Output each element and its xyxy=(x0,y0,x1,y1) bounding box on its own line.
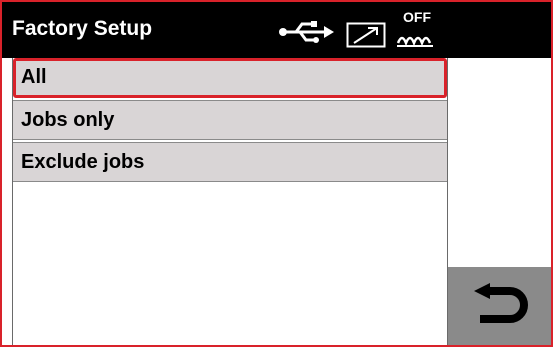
menu-item-label: All xyxy=(21,66,47,88)
menu-item-all[interactable]: All xyxy=(13,58,447,98)
heater-off-icon: OFF xyxy=(396,10,440,54)
menu-item-jobs-only[interactable]: Jobs only xyxy=(13,100,447,140)
page-title: Factory Setup xyxy=(12,17,153,40)
back-button[interactable] xyxy=(448,267,551,345)
menu-item-label: Jobs only xyxy=(21,109,115,131)
return-arrow-icon xyxy=(474,283,528,323)
header-bar: Factory Setup OFF xyxy=(2,2,551,58)
screen: Factory Setup OFF All Jobs only Exclude … xyxy=(0,0,553,347)
menu-item-exclude-jobs[interactable]: Exclude jobs xyxy=(13,142,447,182)
factory-setup-menu: All Jobs only Exclude jobs xyxy=(12,58,448,345)
heater-status-text: OFF xyxy=(403,9,431,25)
heater-waves-icon xyxy=(396,36,433,47)
trend-icon xyxy=(346,22,386,48)
usb-icon xyxy=(279,21,334,43)
menu-item-label: Exclude jobs xyxy=(21,151,145,173)
